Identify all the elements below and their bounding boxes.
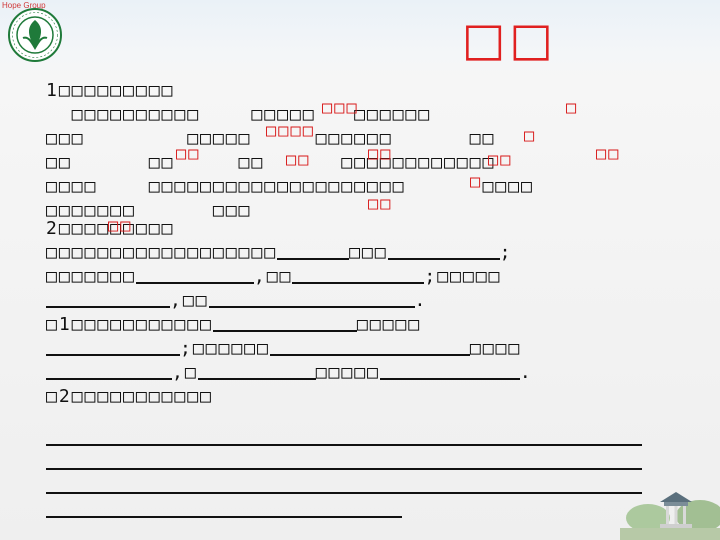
red-annotation: □: [524, 126, 537, 146]
fill-in-blank[interactable]: [135, 266, 254, 284]
university-seal-logo: [8, 8, 62, 62]
red-annotation: □□: [488, 150, 513, 170]
red-annotation: □□□□: [266, 121, 315, 141]
question-1-line-2: ;□□□□□□ □□□□: [46, 338, 521, 360]
section1-line-4: □□□□ □□□□□□□□□□□□□□□□□□□□ □□□□: [46, 176, 534, 197]
answer-line[interactable]: [46, 516, 402, 518]
section2-line-1: □□□□□□□□□□□□□□□□□□ □□□;: [46, 242, 513, 263]
text-segment: .: [414, 290, 428, 311]
fill-in-blank[interactable]: [387, 242, 500, 260]
section2-line-3: ,□□.: [46, 290, 427, 312]
text-segment: ,□: [172, 362, 198, 383]
text-segment: □□□□□□□□□□□□□□□□□□: [46, 242, 278, 263]
answer-line[interactable]: [46, 468, 642, 470]
red-annotation: □□: [108, 216, 133, 236]
fill-in-blank[interactable]: [269, 338, 470, 356]
text-segment: □□□: [349, 242, 388, 263]
section2-line-2: □□□□□□□ ,□□ ;□□□□□: [46, 266, 501, 288]
fill-in-blank[interactable]: [379, 362, 520, 380]
answer-line[interactable]: [46, 444, 642, 446]
slide-title: □□: [462, 12, 557, 66]
text-segment: ,□□: [170, 290, 209, 311]
question-1-line-1: □1□□□□□□□□□□□ □□□□□: [46, 314, 421, 336]
red-annotation: □□: [368, 194, 393, 214]
fill-in-blank[interactable]: [46, 290, 170, 308]
red-annotation: □: [566, 98, 579, 118]
question-1-line-3: ,□ □□□□□.: [46, 362, 533, 384]
text-segment: □□□□: [469, 338, 522, 359]
red-annotation: □□: [286, 150, 311, 170]
red-annotation: □: [470, 172, 483, 192]
text-segment: ;□□□□□: [424, 266, 502, 287]
text-segment: □□□□□: [315, 362, 380, 383]
red-annotation: □□: [596, 144, 621, 164]
fill-in-blank[interactable]: [292, 266, 425, 284]
text-segment: ,□□: [253, 266, 293, 287]
pavilion-image: [620, 492, 720, 540]
text-segment: □1□□□□□□□□□□□: [46, 314, 213, 335]
fill-in-blank[interactable]: [212, 314, 357, 332]
fill-in-blank[interactable]: [46, 362, 172, 380]
fill-in-blank[interactable]: [208, 290, 415, 308]
text-segment: .: [519, 362, 533, 383]
section1-line-1: □□□□□□□□□□ □□□□□ □□□□□□: [46, 104, 432, 125]
fill-in-blank[interactable]: [46, 338, 180, 356]
red-annotation: □□: [368, 144, 393, 164]
slide: Hope Group □□ 1□□□□□□□□□ □□□□□□□□□□ □□□□…: [0, 0, 720, 540]
section1-line-3: □□ □□ □□ □□□□□□□□□□□□: [46, 152, 496, 173]
text-segment: □□□□□□□: [46, 266, 136, 287]
red-annotation: □□: [176, 144, 201, 164]
red-annotation: □□□: [322, 98, 359, 118]
text-segment: □□□□□: [356, 314, 422, 335]
header-band: [0, 0, 720, 78]
fill-in-blank[interactable]: [197, 362, 316, 380]
fill-in-blank[interactable]: [277, 242, 350, 260]
text-segment: ;□□□□□□: [180, 338, 270, 359]
section1-heading: 1□□□□□□□□□: [46, 80, 175, 101]
question-2-heading: □2□□□□□□□□□□□: [46, 386, 213, 407]
answer-line[interactable]: [46, 492, 642, 494]
